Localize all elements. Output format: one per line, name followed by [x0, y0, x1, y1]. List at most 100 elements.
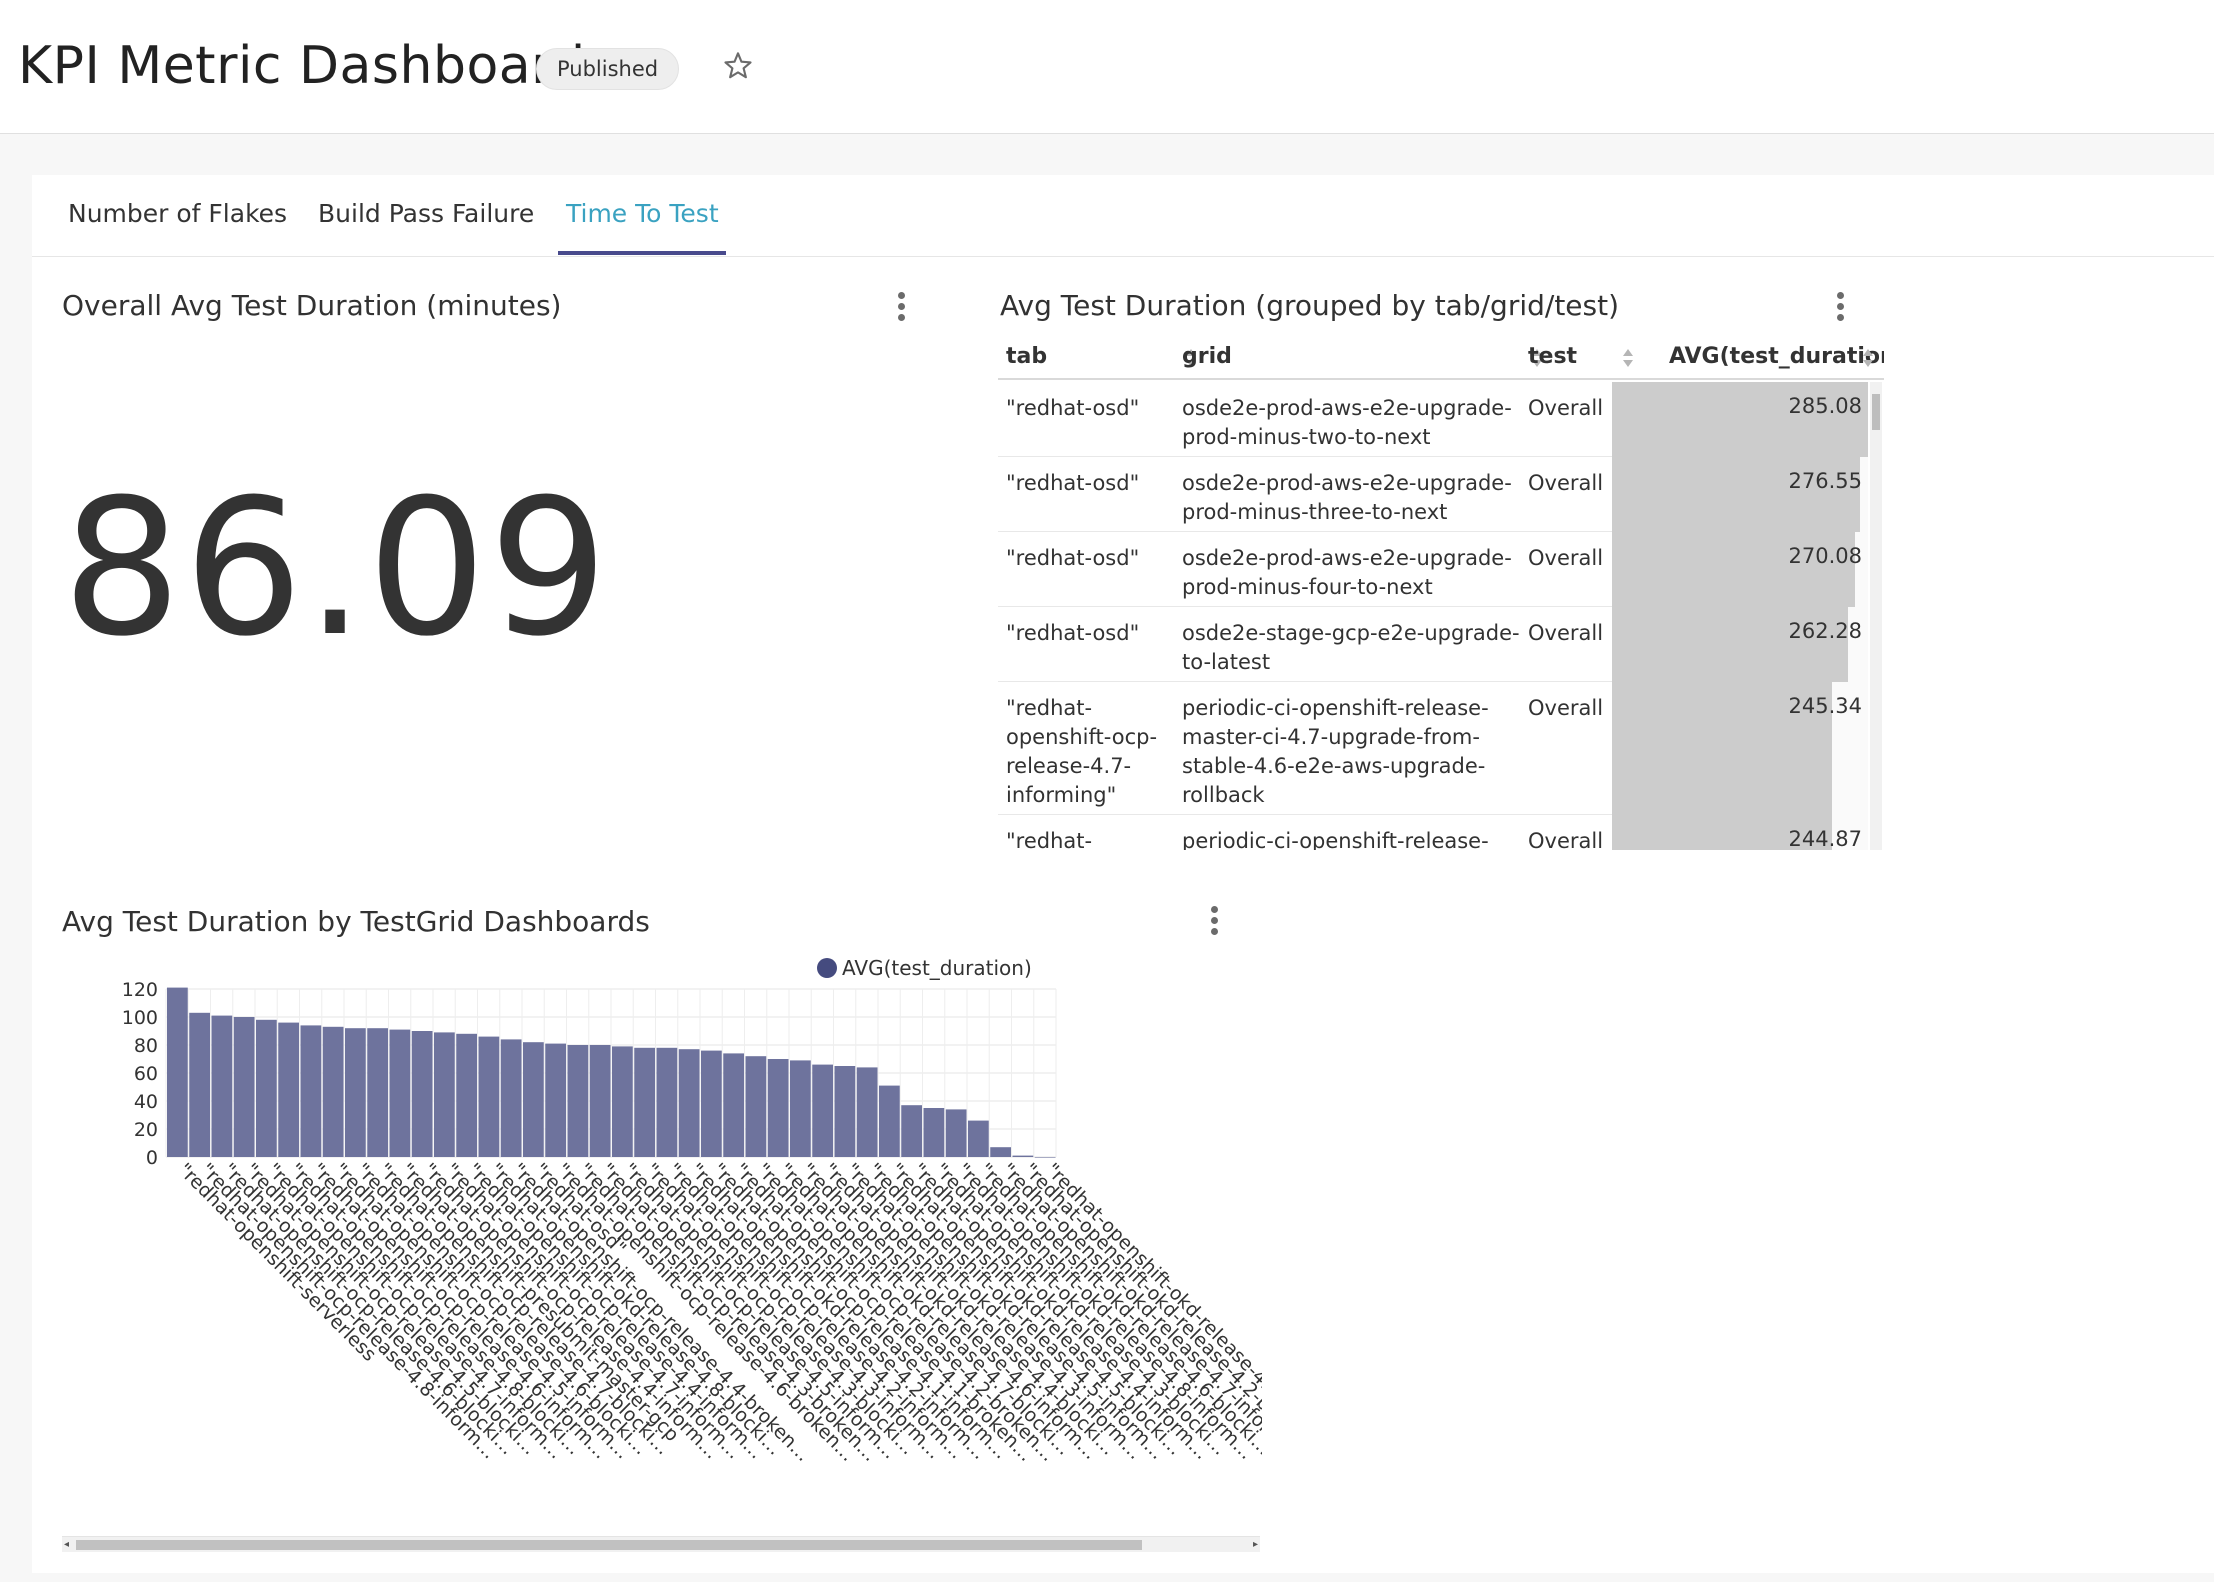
cell-test: Overall — [1528, 471, 1604, 495]
cell-grid: osde2e-prod-aws-e2e-upgrade-prod-minus-t… — [1182, 471, 1512, 524]
y-tick-label: 20 — [134, 1119, 158, 1141]
table-title: Avg Test Duration (grouped by tab/grid/t… — [1000, 289, 1620, 322]
cell-grid: periodic-ci-openshift-release- — [1182, 829, 1489, 850]
bar — [567, 1045, 589, 1157]
bar — [233, 1017, 255, 1157]
bar — [167, 987, 188, 1157]
bar — [856, 1067, 878, 1157]
cell-tab: "redhat-osd" — [1006, 396, 1140, 420]
cell-test: Overall — [1528, 696, 1604, 720]
table-row[interactable]: "redhat-openshift-ocp-release-4.7-inform… — [998, 682, 1868, 815]
bar — [500, 1039, 522, 1157]
column-header-test[interactable]: test — [1528, 344, 1577, 369]
bar — [345, 1028, 366, 1157]
bar — [545, 1043, 566, 1157]
cell-grid: osde2e-stage-gcp-e2e-upgrade-to-latest — [1182, 621, 1520, 674]
duration-table: tab grid test AVG(test_duration) "redhat… — [998, 335, 1884, 850]
bar — [701, 1050, 722, 1157]
bar — [745, 1056, 767, 1157]
bar — [923, 1108, 945, 1157]
y-tick-label: 0 — [146, 1147, 158, 1169]
table-row[interactable]: "redhat- periodic-ci-openshift-release- … — [998, 815, 1868, 850]
bar — [879, 1085, 900, 1157]
active-tab-indicator — [558, 251, 726, 255]
bar — [256, 1019, 277, 1157]
bar-chart-menu-icon[interactable] — [1208, 903, 1220, 939]
cell-avg-duration: 285.08 — [1612, 382, 1868, 457]
table-menu-icon[interactable] — [1834, 289, 1846, 325]
cell-test: Overall — [1528, 396, 1604, 420]
scroll-left-icon[interactable]: ◂ — [64, 1539, 69, 1551]
table-scrollbar-thumb[interactable] — [1872, 394, 1880, 430]
table-header: tab grid test AVG(test_duration) — [998, 335, 1884, 380]
big-number-menu-icon[interactable] — [895, 289, 907, 325]
bar-chart: 020406080100120"redhat-openshift-serverl… — [122, 957, 1262, 1466]
tab-build-pass-failure[interactable]: Build Pass Failure — [318, 199, 534, 228]
bar — [456, 1033, 477, 1157]
tab-bar: Number of Flakes Build Pass Failure Time… — [32, 175, 2214, 257]
table-row[interactable]: "redhat-osd" osde2e-stage-gcp-e2e-upgrad… — [998, 607, 1868, 682]
column-header-tab[interactable]: tab — [1006, 344, 1047, 369]
star-icon[interactable] — [722, 50, 754, 82]
bar — [678, 1049, 700, 1157]
big-number-title: Overall Avg Test Duration (minutes) — [62, 289, 562, 322]
column-header-avg-duration[interactable]: AVG(test_duration) — [1669, 344, 1884, 369]
bar — [434, 1032, 455, 1157]
sort-icon[interactable] — [1622, 347, 1634, 369]
y-tick-label: 120 — [122, 979, 158, 1001]
bar — [634, 1047, 655, 1157]
cell-tab: "redhat-osd" — [1006, 546, 1140, 570]
cell-grid: osde2e-prod-aws-e2e-upgrade-prod-minus-t… — [1182, 396, 1512, 449]
bar — [790, 1060, 811, 1157]
bar — [767, 1059, 789, 1157]
chart-scrollbar-thumb[interactable] — [76, 1540, 1142, 1550]
cell-value: 262.28 — [1788, 619, 1862, 643]
bar — [945, 1109, 967, 1157]
scroll-right-icon[interactable]: ▸ — [1253, 1539, 1258, 1551]
legend-label: AVG(test_duration) — [842, 957, 1032, 980]
cell-test: Overall — [1528, 829, 1604, 850]
bar — [300, 1025, 322, 1157]
bar — [278, 1022, 299, 1157]
bar — [411, 1031, 433, 1157]
cell-tab: "redhat-openshift-ocp-release-4.7-inform… — [1006, 696, 1158, 807]
cell-avg-duration: 244.87 — [1612, 815, 1868, 850]
bar — [523, 1042, 544, 1157]
bar-chart-title: Avg Test Duration by TestGrid Dashboards — [62, 905, 650, 938]
big-number-value: 86.09 — [62, 459, 611, 678]
cell-tab: "redhat- — [1006, 829, 1093, 850]
dashboard-header: KPI Metric Dashboard Published — [0, 0, 2214, 134]
tab-time-to-test[interactable]: Time To Test — [566, 199, 719, 228]
bar — [478, 1036, 500, 1157]
bar — [1034, 1157, 1056, 1158]
bar — [812, 1064, 833, 1157]
page-title: KPI Metric Dashboard — [18, 36, 586, 96]
table-row[interactable]: "redhat-osd" osde2e-prod-aws-e2e-upgrade… — [998, 382, 1868, 457]
cell-avg-duration: 270.08 — [1612, 532, 1868, 607]
bar — [589, 1045, 611, 1157]
bar — [1012, 1155, 1034, 1157]
bar — [656, 1047, 678, 1157]
bar — [322, 1026, 344, 1157]
chart-horizontal-scrollbar[interactable]: ◂ ▸ — [62, 1536, 1260, 1552]
cell-avg-duration: 276.55 — [1612, 457, 1868, 532]
bar — [901, 1105, 922, 1157]
y-tick-label: 80 — [134, 1035, 158, 1057]
cell-tab: "redhat-osd" — [1006, 471, 1140, 495]
column-header-grid[interactable]: grid — [1182, 344, 1232, 369]
table-row[interactable]: "redhat-osd" osde2e-prod-aws-e2e-upgrade… — [998, 457, 1868, 532]
bar — [968, 1120, 989, 1157]
bar — [834, 1066, 856, 1157]
table-scrollbar[interactable] — [1870, 382, 1882, 850]
tab-number-of-flakes[interactable]: Number of Flakes — [68, 199, 287, 228]
bar — [189, 1012, 210, 1157]
y-tick-label: 100 — [122, 1007, 158, 1029]
sort-icon[interactable] — [1862, 347, 1874, 369]
y-tick-label: 40 — [134, 1091, 158, 1113]
bar — [211, 1015, 233, 1157]
status-badge[interactable]: Published — [536, 48, 680, 90]
table-row[interactable]: "redhat-osd" osde2e-prod-aws-e2e-upgrade… — [998, 532, 1868, 607]
cell-value: 276.55 — [1788, 469, 1862, 493]
cell-grid: periodic-ci-openshift-release-master-ci-… — [1182, 696, 1489, 807]
cell-value: 244.87 — [1788, 827, 1862, 850]
